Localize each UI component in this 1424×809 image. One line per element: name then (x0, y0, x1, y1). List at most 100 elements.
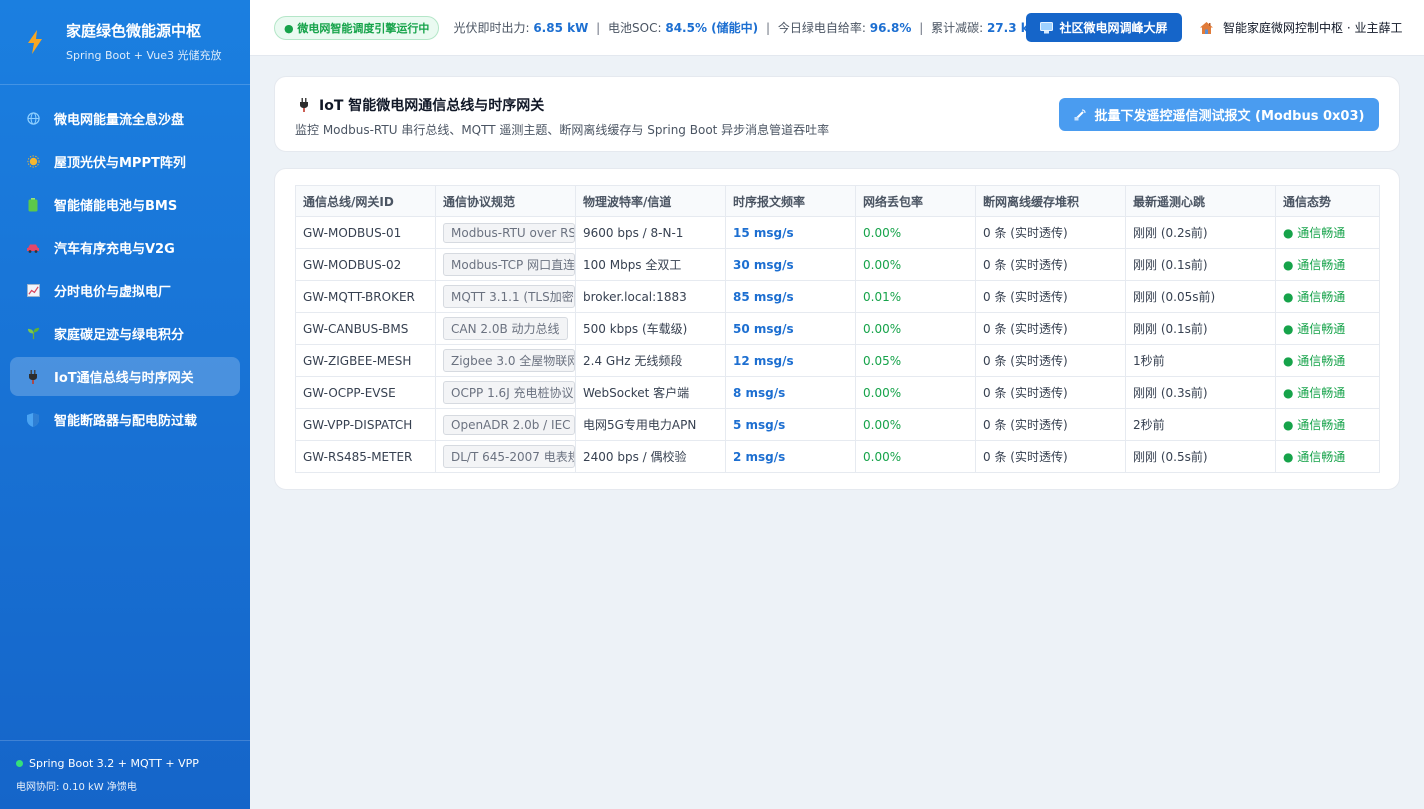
sidebar-item-label: 智能断路器与配电防过载 (54, 414, 198, 429)
community-screen-button[interactable]: 社区微电网调峰大屏 (1026, 13, 1182, 42)
pv-value: 6.85 kW (533, 21, 589, 35)
column-header[interactable]: 最新遥测心跳 (1125, 185, 1276, 217)
heartbeat: 2秒前 (1125, 408, 1276, 441)
packet-loss: 0.01% (855, 280, 976, 313)
packet-loss: 0.05% (855, 344, 976, 377)
protocol-tag: DL/T 645-2007 电表规约 (443, 445, 575, 468)
battery-icon (26, 197, 40, 212)
page-title: IoT 智能微电网通信总线与时序网关 (319, 98, 545, 114)
message-frequency: 2 msg/s (725, 440, 856, 473)
user-label: 智能家庭微网控制中枢 · 业主薛工 (1223, 21, 1403, 35)
table-row[interactable]: GW-CANBUS-BMS CAN 2.0B 动力总线 500 kbps (车载… (295, 312, 1380, 345)
sidebar-item-iot-gateway[interactable]: IoT通信总线与时序网关 (10, 357, 240, 396)
column-header[interactable]: 网络丢包率 (855, 185, 976, 217)
status-badge: ● 通信畅通 (1275, 344, 1380, 377)
table-row[interactable]: GW-RS485-METER DL/T 645-2007 电表规约 2400 b… (295, 440, 1380, 473)
column-header[interactable]: 通信总线/网关ID (295, 185, 436, 217)
sidebar-item-label: IoT通信总线与时序网关 (54, 371, 194, 386)
offline-cache: 0 条 (实时透传) (975, 408, 1126, 441)
table-row[interactable]: GW-MODBUS-01 Modbus-RTU over RS485 9600 … (295, 216, 1380, 249)
status-badge: ● 通信畅通 (1275, 248, 1380, 281)
packet-loss: 0.00% (855, 216, 976, 249)
batch-send-label: 批量下发遥控遥信测试报文 (Modbus 0x03) (1094, 109, 1365, 124)
sidebar-item-carbon[interactable]: 家庭碳足迹与绿电积分 (10, 314, 240, 353)
table-row[interactable]: GW-MODBUS-02 Modbus-TCP 网口直连 100 Mbps 全双… (295, 248, 1380, 281)
channel: 9600 bps / 8-N-1 (575, 216, 726, 249)
heartbeat: 刚刚 (0.1s前) (1125, 248, 1276, 281)
protocol-tag: OCPP 1.6J 充电桩协议 (443, 381, 575, 404)
topbar: ● 微电网智能调度引擎运行中 光伏即时出力: 6.85 kW | 电池SOC: … (250, 0, 1424, 56)
column-header[interactable]: 时序报文频率 (725, 185, 856, 217)
sidebar-item-label: 屋顶光伏与MPPT阵列 (54, 156, 186, 171)
realtime-metrics: 光伏即时出力: 6.85 kW | 电池SOC: 84.5% (储能中) | 今… (453, 19, 1037, 36)
offline-cache: 0 条 (实时透传) (975, 312, 1126, 345)
batch-send-button[interactable]: 批量下发遥控遥信测试报文 (Modbus 0x03) (1059, 98, 1379, 131)
sidebar-footer: Spring Boot 3.2 + MQTT + VPP 电网协同: 0.10 … (0, 740, 250, 809)
sidebar-nav: 微电网能量流全息沙盘 屋顶光伏与MPPT阵列 智能储能电池与BMS 汽车有序充电… (0, 85, 250, 439)
gateway-table: 通信总线/网关ID 通信协议规范 物理波特率/信道 时序报文频率 网络丢包率 断… (295, 185, 1380, 473)
gateway-id: GW-RS485-METER (295, 440, 436, 473)
heartbeat: 1秒前 (1125, 344, 1276, 377)
separator: | (919, 21, 924, 35)
house-icon (1200, 21, 1213, 34)
community-screen-label: 社区微电网调峰大屏 (1059, 21, 1168, 35)
sidebar-item-breaker[interactable]: 智能断路器与配电防过载 (10, 400, 240, 439)
monitor-icon (1040, 21, 1054, 34)
offline-cache: 0 条 (实时透传) (975, 280, 1126, 313)
offline-cache: 0 条 (实时透传) (975, 216, 1126, 249)
gateway-id: GW-VPP-DISPATCH (295, 408, 436, 441)
channel: 电网5G专用电力APN (575, 408, 726, 441)
table-row[interactable]: GW-MQTT-BROKER MQTT 3.1.1 (TLS加密) 遥测 bro… (295, 280, 1380, 313)
heartbeat: 刚刚 (0.3s前) (1125, 376, 1276, 409)
online-status-dot (16, 760, 23, 767)
soc-value: 84.5% (储能中) (665, 21, 759, 35)
table-header-row: 通信总线/网关ID 通信协议规范 物理波特率/信道 时序报文频率 网络丢包率 断… (295, 185, 1380, 217)
sidebar-item-pv[interactable]: 屋顶光伏与MPPT阵列 (10, 142, 240, 181)
offline-cache: 0 条 (实时透传) (975, 248, 1126, 281)
sidebar-item-label: 智能储能电池与BMS (54, 199, 178, 214)
seedling-icon (26, 327, 40, 341)
gateway-id: GW-MODBUS-01 (295, 216, 436, 249)
column-header[interactable]: 通信态势 (1275, 185, 1380, 217)
status-badge: ● 通信畅通 (1275, 280, 1380, 313)
sidebar-item-battery[interactable]: 智能储能电池与BMS (10, 185, 240, 224)
table-row[interactable]: GW-ZIGBEE-MESH Zigbee 3.0 全屋物联网 2.4 GHz … (295, 344, 1380, 377)
sidebar: 家庭绿色微能源中枢 Spring Boot + Vue3 光储充放 微电网能量流… (0, 0, 250, 809)
message-frequency: 12 msg/s (725, 344, 856, 377)
channel: 2400 bps / 偶校验 (575, 440, 726, 473)
shield-icon (26, 412, 40, 427)
lightning-logo-icon (26, 29, 44, 55)
column-header[interactable]: 通信协议规范 (435, 185, 576, 217)
channel: 100 Mbps 全双工 (575, 248, 726, 281)
protocol-tag: Zigbee 3.0 全屋物联网 (443, 349, 575, 372)
sidebar-item-energy-flow[interactable]: 微电网能量流全息沙盘 (10, 99, 240, 138)
gateway-id: GW-ZIGBEE-MESH (295, 344, 436, 377)
table-row[interactable]: GW-OCPP-EVSE OCPP 1.6J 充电桩协议 WebSocket 客… (295, 376, 1380, 409)
page-description: 监控 Modbus-RTU 串行总线、MQTT 遥测主题、断网离线缓存与 Spr… (295, 123, 830, 137)
message-frequency: 30 msg/s (725, 248, 856, 281)
gateway-table-card: 通信总线/网关ID 通信协议规范 物理波特率/信道 时序报文频率 网络丢包率 断… (274, 168, 1400, 490)
channel: 500 kbps (车载级) (575, 312, 726, 345)
sidebar-item-tariff[interactable]: 分时电价与虚拟电厂 (10, 271, 240, 310)
gateway-id: GW-MODBUS-02 (295, 248, 436, 281)
status-badge: ● 通信畅通 (1275, 216, 1380, 249)
packet-loss: 0.00% (855, 440, 976, 473)
table-row[interactable]: GW-VPP-DISPATCH OpenADR 2.0b / IEC 61850… (295, 408, 1380, 441)
column-header[interactable]: 断网离线缓存堆积 (975, 185, 1126, 217)
heartbeat: 刚刚 (0.2s前) (1125, 216, 1276, 249)
plug-icon (299, 98, 309, 112)
column-header[interactable]: 物理波特率/信道 (575, 185, 726, 217)
self-sufficiency-value: 96.8% (869, 21, 912, 35)
channel: WebSocket 客户端 (575, 376, 726, 409)
user-area[interactable]: 智能家庭微网控制中枢 · 业主薛工 (1200, 19, 1402, 36)
channel: 2.4 GHz 无线频段 (575, 344, 726, 377)
chart-icon (26, 284, 40, 298)
sidebar-item-ev[interactable]: 汽车有序充电与V2G (10, 228, 240, 267)
offline-cache: 0 条 (实时透传) (975, 376, 1126, 409)
sidebar-item-label: 家庭碳足迹与绿电积分 (54, 328, 185, 343)
protocol-tag: Modbus-RTU over RS485 (443, 222, 575, 243)
engine-status-badge: ● 微电网智能调度引擎运行中 (274, 15, 440, 40)
gateway-id: GW-MQTT-BROKER (295, 280, 436, 313)
status-badge: ● 通信畅通 (1275, 376, 1380, 409)
car-icon (26, 241, 40, 255)
